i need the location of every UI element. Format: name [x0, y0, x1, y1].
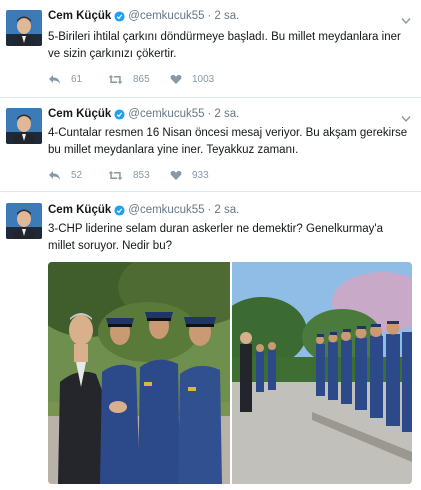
separator: · [207, 204, 212, 216]
reply-count: 61 [71, 74, 83, 85]
author-handle[interactable]: @cemkucuk55 [128, 10, 204, 22]
verified-badge-icon [114, 10, 125, 22]
heart-icon [170, 74, 182, 84]
photo-salute[interactable] [232, 262, 412, 484]
reply-icon [49, 171, 60, 180]
retweet-count: 865 [133, 74, 150, 85]
verified-badge-icon [114, 204, 125, 216]
reply-button[interactable]: 61 [48, 74, 108, 85]
reply-button[interactable]: 52 [48, 170, 108, 181]
author-name[interactable]: Cem Küçük [48, 10, 111, 22]
retweet-icon [108, 75, 123, 84]
tweet-actions: 52 853 933 [48, 170, 230, 181]
like-count: 1003 [192, 74, 215, 85]
tweet-text: 3-CHP liderine selam duran askerler ne d… [48, 223, 383, 252]
separator: · [207, 10, 212, 22]
tweet-header: Cem Küçük @cemkucuk55 · 2 sa. [48, 108, 239, 120]
timestamp[interactable]: 2 sa. [214, 108, 239, 120]
tweet-text: 4-Cuntalar resmen 16 Nisan öncesi mesaj … [48, 127, 408, 156]
tweet-text: 5-Birileri ihtilal çarkını döndürmeye ba… [48, 31, 401, 60]
avatar[interactable] [6, 108, 42, 144]
heart-icon [170, 170, 182, 180]
timestamp[interactable]: 2 sa. [214, 204, 239, 216]
chevron-down-icon[interactable] [401, 110, 411, 123]
author-name[interactable]: Cem Küçük [48, 204, 111, 216]
like-button[interactable]: 933 [170, 170, 230, 181]
tweet[interactable]: Cem Küçük @cemkucuk55 · 2 sa. 4-Cuntalar… [0, 98, 421, 192]
tweet-media[interactable] [48, 262, 412, 484]
author-handle[interactable]: @cemkucuk55 [128, 108, 204, 120]
reply-count: 52 [71, 170, 83, 181]
photo-handshake[interactable] [48, 262, 230, 484]
tweet-actions: 61 865 1003 [48, 74, 230, 85]
author-name[interactable]: Cem Küçük [48, 108, 111, 120]
retweet-button[interactable]: 865 [108, 74, 170, 85]
reply-icon [49, 75, 60, 84]
retweet-count: 853 [133, 170, 150, 181]
avatar[interactable] [6, 203, 42, 239]
verified-badge-icon [114, 108, 125, 120]
avatar[interactable] [6, 10, 42, 46]
author-handle[interactable]: @cemkucuk55 [128, 204, 204, 216]
retweet-icon [108, 171, 123, 180]
separator: · [207, 108, 212, 120]
like-count: 933 [192, 170, 209, 181]
tweet[interactable]: Cem Küçük @cemkucuk55 · 2 sa. 5-Birileri… [0, 0, 421, 98]
tweet-header: Cem Küçük @cemkucuk55 · 2 sa. [48, 10, 239, 22]
chevron-down-icon[interactable] [401, 12, 411, 25]
timestamp[interactable]: 2 sa. [214, 10, 239, 22]
retweet-button[interactable]: 853 [108, 170, 170, 181]
tweet-header: Cem Küçük @cemkucuk55 · 2 sa. [48, 204, 239, 216]
like-button[interactable]: 1003 [170, 74, 230, 85]
